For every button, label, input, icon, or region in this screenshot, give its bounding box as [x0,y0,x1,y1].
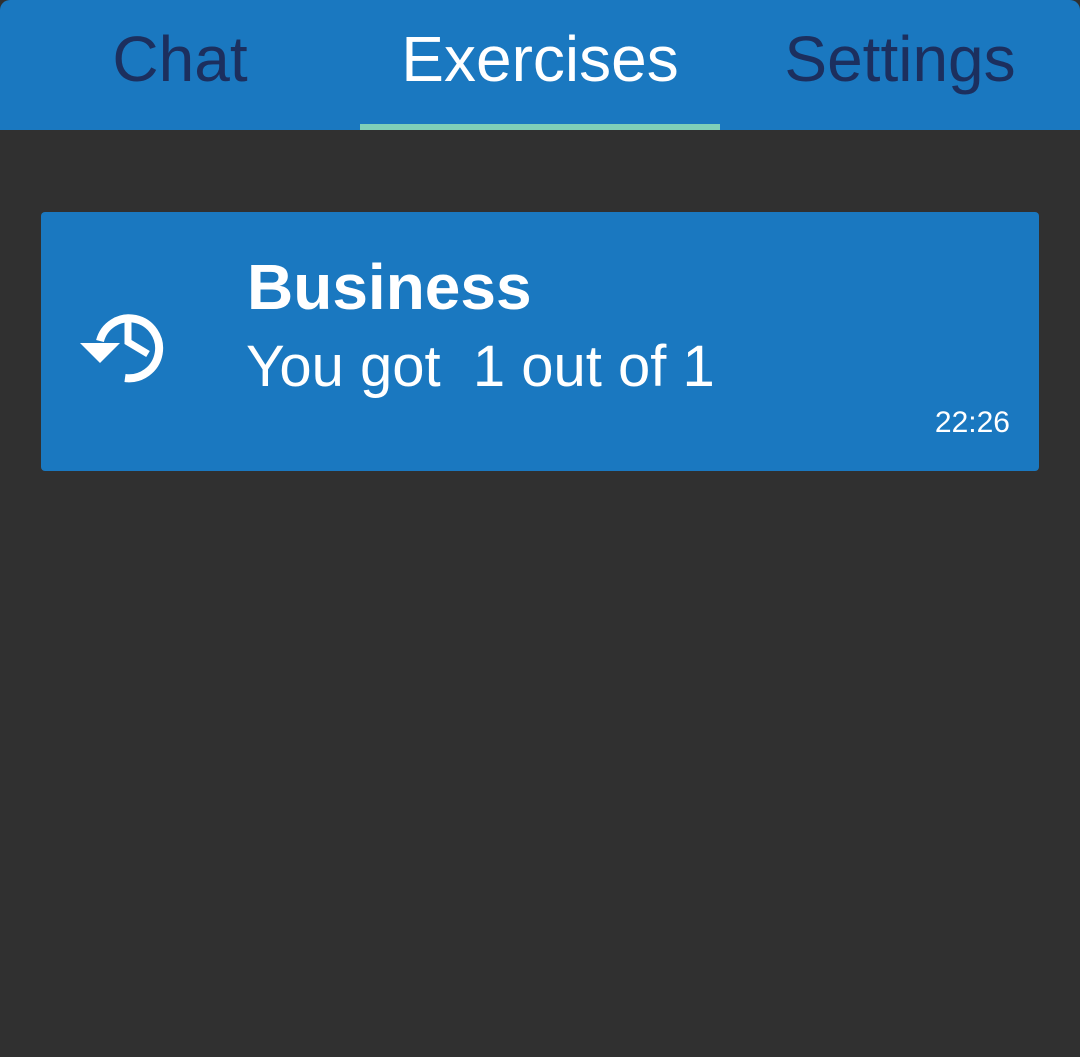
tab-exercises-label: Exercises [401,23,679,95]
history-icon [80,314,164,383]
tab-chat-label: Chat [112,23,248,95]
exercise-timestamp: 22:26 [934,406,1010,439]
exercise-score: You got 1 out of 1 [246,334,715,399]
tab-bar: Chat Exercises Settings [0,0,1080,130]
tab-settings[interactable]: Settings [720,0,1080,130]
tab-exercises[interactable]: Exercises [360,0,720,130]
tab-settings-label: Settings [784,23,1016,95]
active-tab-indicator [360,124,720,130]
exercise-title: Business [247,251,532,323]
tab-chat[interactable]: Chat [0,0,360,130]
